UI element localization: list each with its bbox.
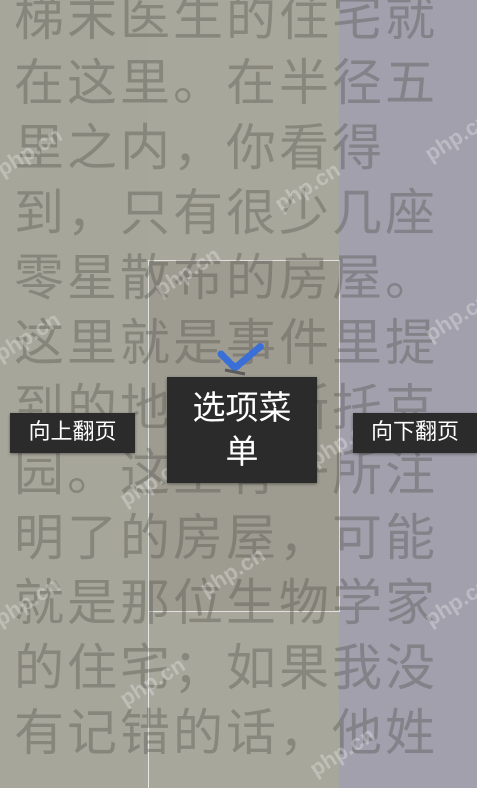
prev-page-label: 向上翻页 [28, 420, 117, 445]
book-line: 的住宅；如果我没 [14, 639, 438, 697]
options-menu-button[interactable]: 选项菜单 [167, 377, 317, 483]
book-line: 在这里。在半径五 [14, 54, 438, 112]
book-line: 到，只有很少几座 [14, 184, 438, 242]
options-menu-label: 选项菜单 [192, 388, 292, 471]
reader-page: 梯末医生的住宅就 在这里。在半径五 里之内，你看得 到，只有很少几座 零星散布的… [0, 0, 477, 788]
book-line: 零星散布的房屋。 [14, 249, 438, 307]
next-page-button[interactable]: 向下翻页 [353, 413, 477, 453]
book-line: 明了的房屋，可能 [14, 509, 438, 567]
prev-page-button[interactable]: 向上翻页 [10, 413, 135, 453]
tap-chevron-icon [217, 342, 265, 376]
book-line: 梯末医生的住宅就 [14, 0, 438, 47]
book-line: 有记错的话，他姓 [14, 704, 438, 762]
next-page-label: 向下翻页 [370, 420, 459, 445]
